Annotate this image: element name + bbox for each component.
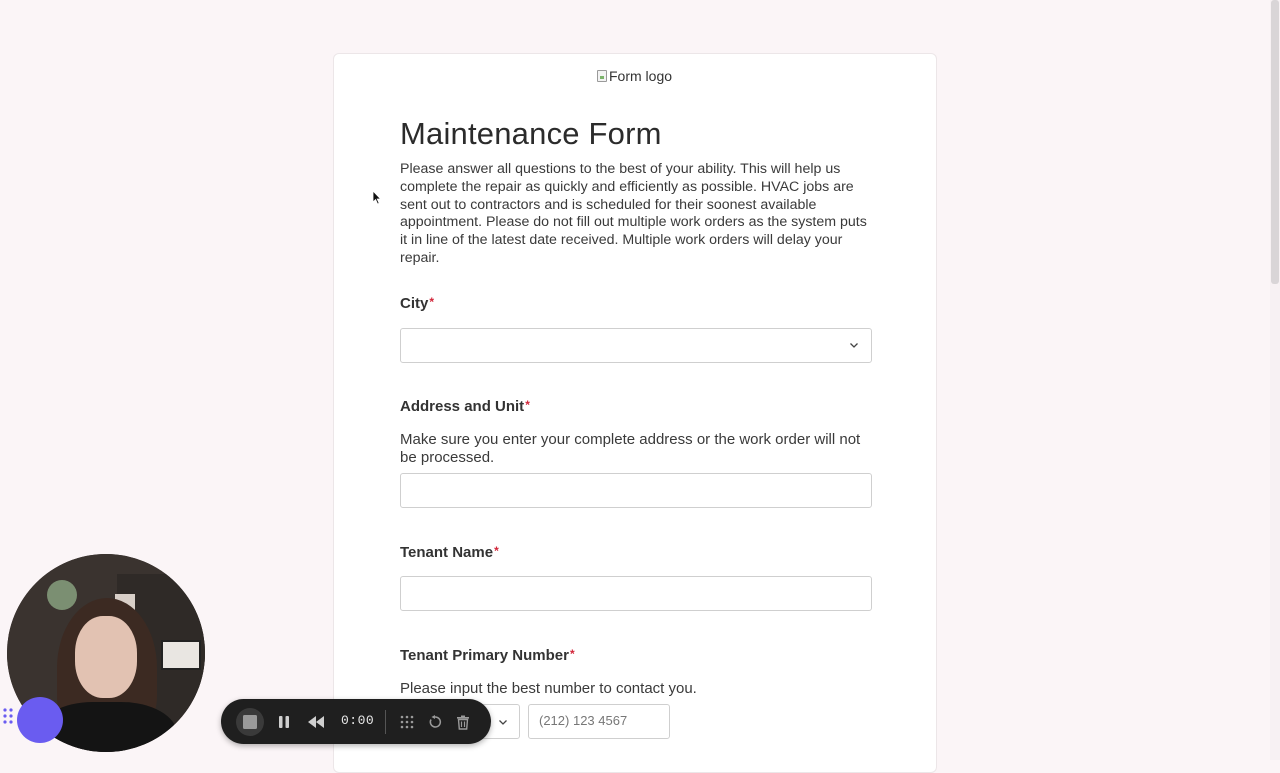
required-asterisk: * [525, 398, 530, 412]
pause-button[interactable] [270, 708, 298, 736]
recording-time: 0:00 [341, 713, 375, 728]
tenant-name-input[interactable] [400, 576, 872, 611]
restart-icon [429, 715, 442, 728]
tenant-phone-label-text: Tenant Primary Number [400, 647, 569, 664]
address-input[interactable] [400, 473, 872, 508]
tenant-name-label-text: Tenant Name [400, 544, 494, 561]
stop-recording-button[interactable] [236, 708, 264, 736]
city-select[interactable] [400, 328, 872, 363]
rewind-icon [308, 716, 324, 728]
delete-recording-button[interactable] [449, 708, 477, 736]
tenant-phone-input[interactable]: (212) 123 4567 [528, 704, 670, 739]
webcam-person-face [75, 616, 137, 698]
restart-button[interactable] [421, 708, 449, 736]
scrollbar-thumb[interactable] [1271, 0, 1279, 284]
city-label: City* [400, 295, 434, 312]
tenant-phone-hint: Please input the best number to contact … [400, 680, 697, 697]
address-label: Address and Unit* [400, 398, 530, 415]
form-card: Form logo Maintenance Form Please answer… [333, 53, 937, 773]
tenant-phone-label: Tenant Primary Number* [400, 647, 575, 664]
toolbar-divider [385, 710, 386, 734]
webcam-plant [47, 580, 77, 610]
mouse-cursor-icon [372, 190, 382, 205]
form-logo: Form logo [597, 68, 672, 84]
toolbar-drag-handle[interactable] [393, 708, 421, 736]
trash-icon [457, 715, 469, 730]
recording-toolbar: 0:00 [221, 699, 491, 744]
drag-handle-icon[interactable] [2, 707, 14, 725]
stop-icon [243, 715, 257, 729]
address-hint: Make sure you enter your complete addres… [400, 431, 861, 466]
pause-icon [279, 716, 289, 728]
address-label-text: Address and Unit [400, 398, 525, 415]
drag-icon [400, 715, 414, 729]
tenant-name-label: Tenant Name* [400, 544, 499, 561]
required-asterisk: * [494, 544, 499, 558]
page-scrollbar[interactable] [1270, 0, 1280, 760]
city-label-text: City [400, 295, 429, 312]
webcam-picture-frame [161, 640, 201, 670]
chevron-down-icon [850, 343, 858, 348]
required-asterisk: * [429, 295, 435, 309]
form-title: Maintenance Form [400, 116, 662, 151]
form-logo-alt-text: Form logo [609, 68, 673, 84]
rewind-button[interactable] [302, 708, 330, 736]
form-description: Please answer all questions to the best … [400, 161, 867, 266]
chevron-down-icon [499, 720, 507, 725]
recorder-camera-button[interactable] [17, 697, 63, 743]
broken-image-icon [597, 70, 607, 82]
required-asterisk: * [569, 647, 575, 661]
